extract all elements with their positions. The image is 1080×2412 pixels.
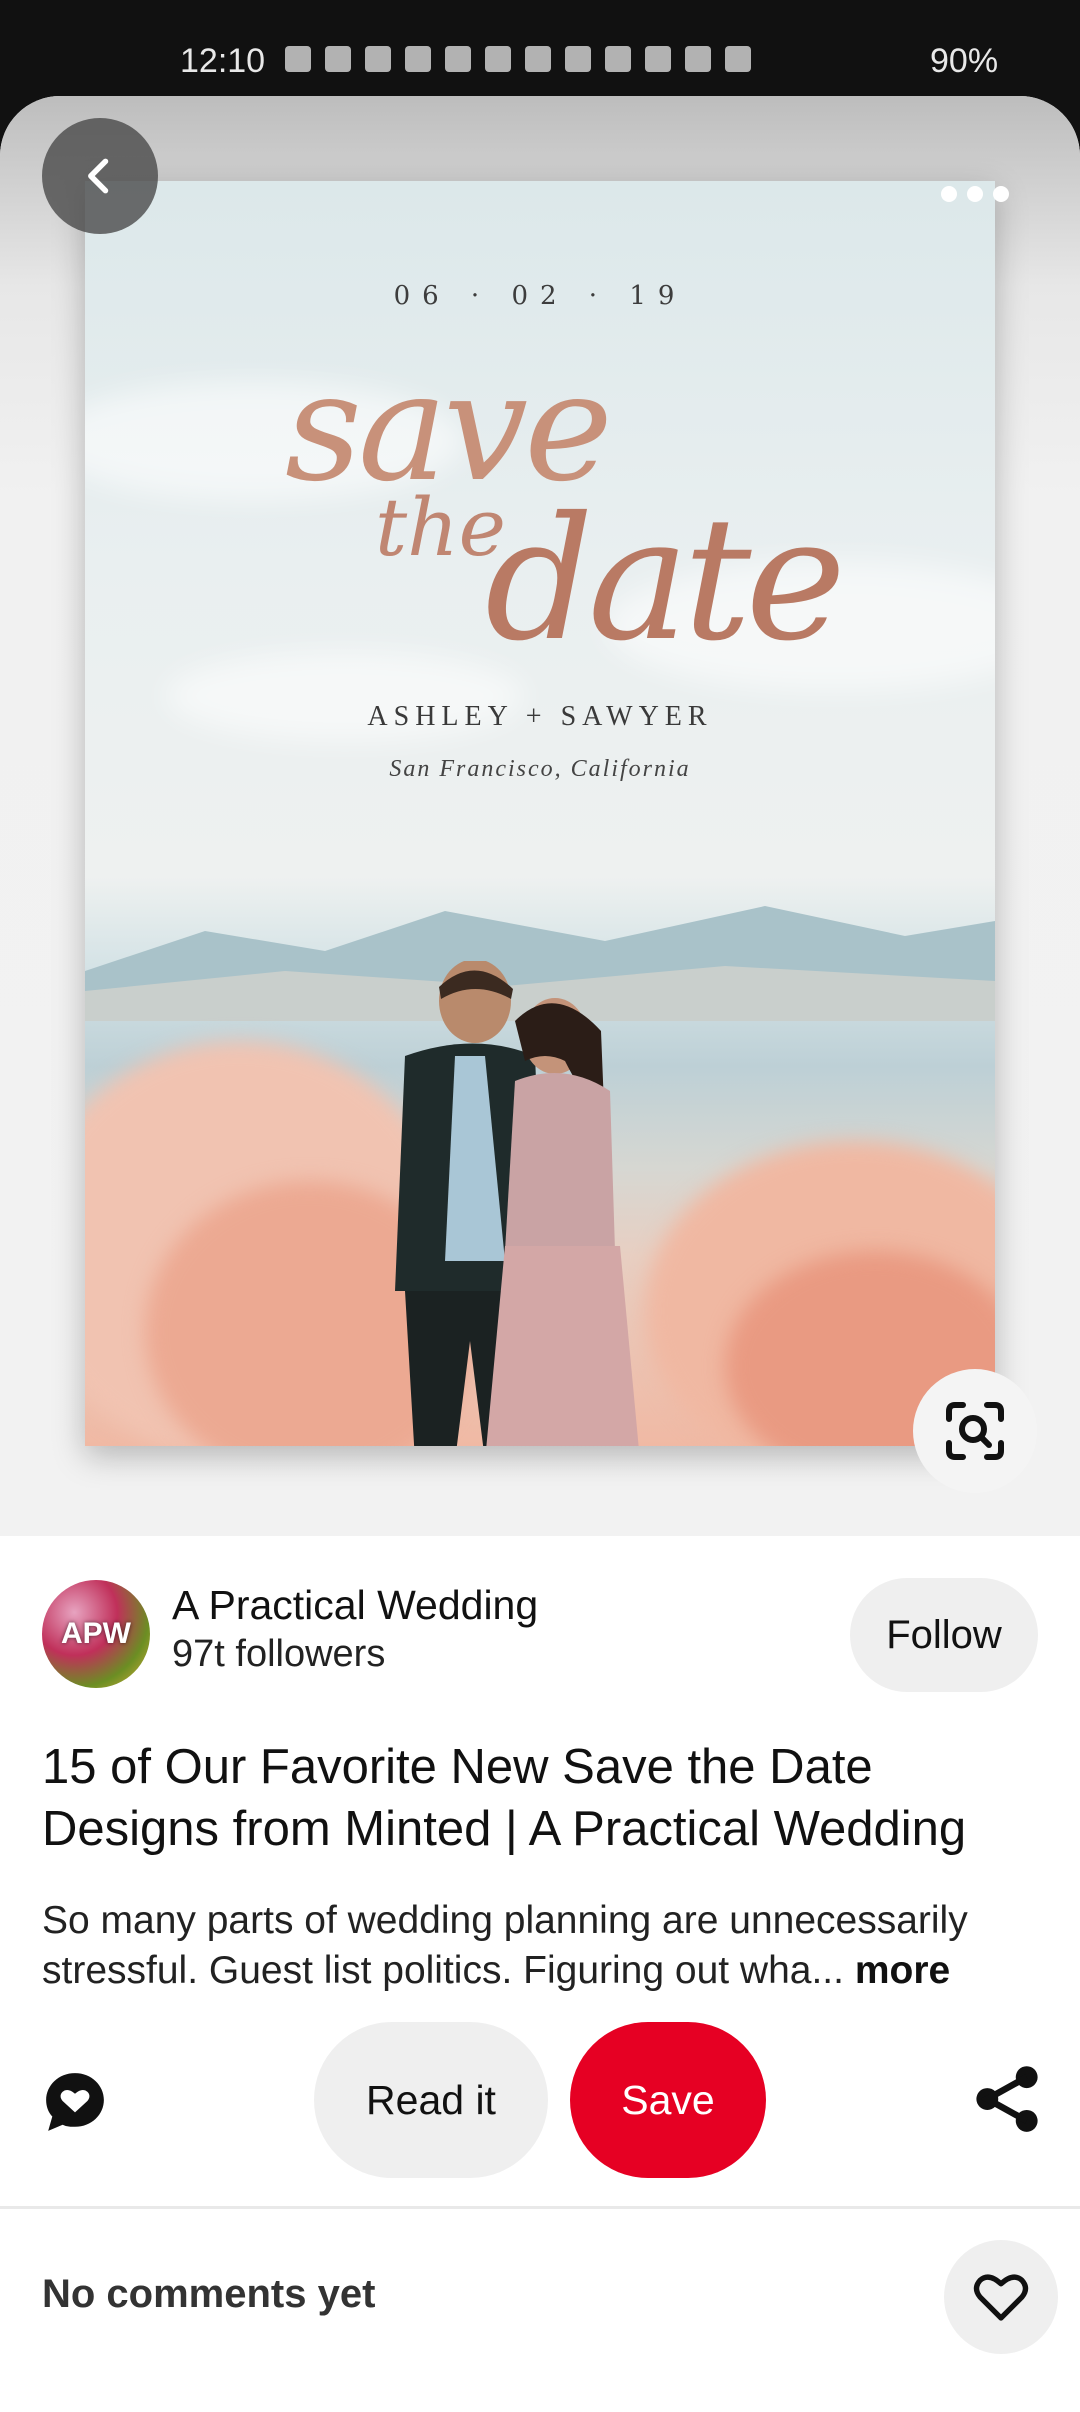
notification-icon (405, 46, 431, 72)
more-dots-icon (941, 186, 957, 202)
creator-name[interactable]: A Practical Wedding (172, 1582, 538, 1629)
alarm-icon (525, 46, 551, 72)
follow-button[interactable]: Follow (850, 1578, 1038, 1692)
notification-icon (445, 46, 471, 72)
visual-search-icon (946, 1402, 1004, 1460)
wifi-icon (605, 46, 631, 72)
heart-icon (973, 2274, 1029, 2321)
react-button[interactable] (944, 2240, 1058, 2354)
share-icon[interactable] (972, 2064, 1042, 2134)
couple-photo (395, 961, 639, 1446)
card-location: San Francisco, California (389, 756, 691, 782)
comments-empty-label: No comments yet (42, 2272, 376, 2316)
save-button[interactable]: Save (570, 2022, 766, 2178)
signal-icon (725, 46, 751, 72)
battery-level: 90% (930, 42, 999, 80)
back-button[interactable] (42, 118, 158, 234)
pin-title: 15 of Our Favorite New Save the Date Des… (42, 1740, 967, 1856)
chevron-left-icon (88, 158, 109, 194)
notification-icon (325, 46, 351, 72)
pin-description: So many parts of wedding planning are un… (42, 1896, 1052, 1996)
card-names: ASHLEY + SAWYER (367, 701, 713, 732)
nfc-icon (485, 46, 511, 72)
more-dots-icon (993, 186, 1009, 202)
notification-icon (365, 46, 391, 72)
read-it-button[interactable]: Read it (314, 2022, 548, 2178)
status-icons (285, 46, 751, 72)
more-link[interactable]: more (855, 1949, 950, 1992)
more-options-button[interactable] (930, 176, 1020, 212)
signal-icon (685, 46, 711, 72)
wifi-call-icon (645, 46, 671, 72)
notification-icon (285, 46, 311, 72)
creator-followers: 97t followers (172, 1633, 386, 1675)
pin-image-area: 06 · 02 · 19 save the date ASHLEY + SAWY… (0, 96, 1080, 1536)
status-bar: 12:10 90% (0, 0, 1080, 96)
more-dots-icon (967, 186, 983, 202)
bluetooth-icon (565, 46, 591, 72)
pin-sheet: 06 · 02 · 19 save the date ASHLEY + SAWY… (0, 96, 1080, 2412)
divider (0, 2206, 1080, 2209)
status-time: 12:10 (180, 42, 266, 80)
comment-icon[interactable] (42, 2069, 108, 2135)
pin-image[interactable]: 06 · 02 · 19 save the date ASHLEY + SAWY… (85, 181, 995, 1446)
visual-search-button[interactable] (913, 1369, 1037, 1493)
card-date: 06 · 02 · 19 (393, 281, 687, 311)
creator-avatar[interactable]: APW (42, 1580, 150, 1688)
pin-description-text: So many parts of wedding planning are un… (42, 1899, 968, 1992)
card-script-date: date (485, 481, 846, 679)
avatar-text: APW (61, 1617, 131, 1650)
